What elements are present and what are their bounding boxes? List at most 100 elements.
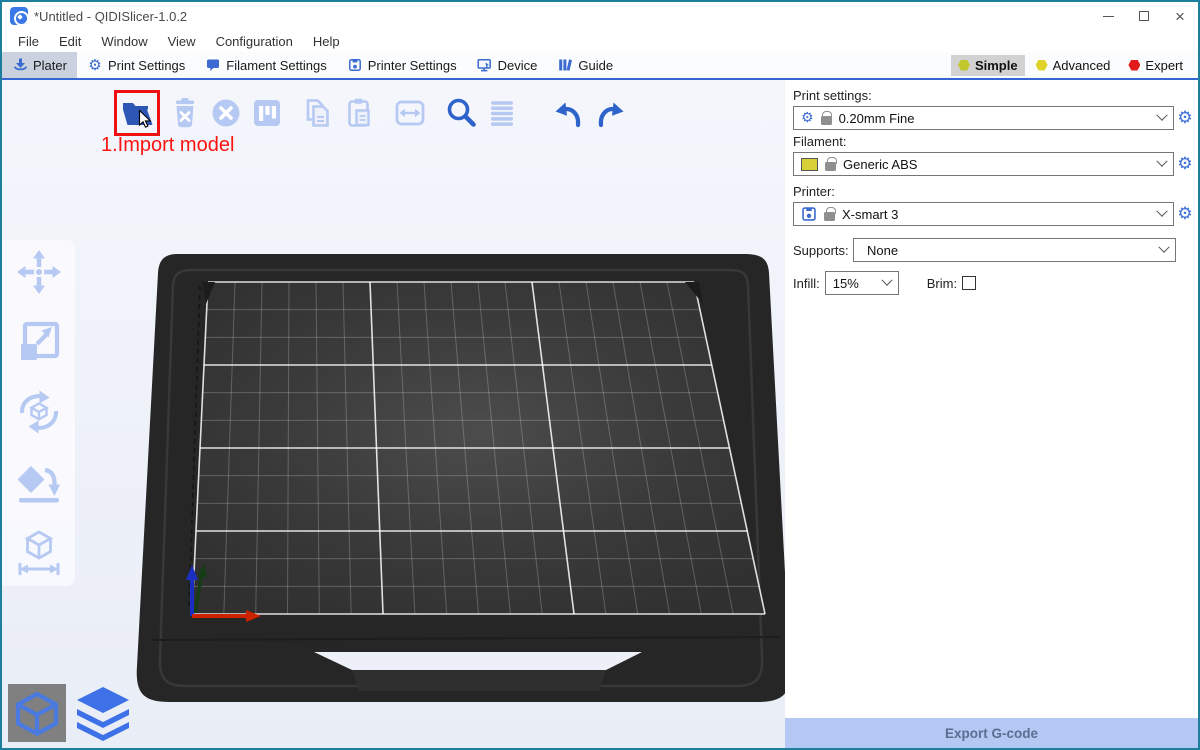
cube-icon bbox=[12, 688, 62, 738]
simple-mode-icon bbox=[958, 60, 970, 71]
guide-icon bbox=[557, 58, 573, 73]
chevron-down-icon bbox=[881, 275, 892, 286]
tab-print-settings[interactable]: ⚙ Print Settings bbox=[77, 52, 195, 78]
tab-filament-settings[interactable]: Filament Settings bbox=[195, 52, 336, 78]
supports-label: Supports: bbox=[793, 243, 853, 258]
delete-button[interactable] bbox=[166, 94, 204, 132]
brim-checkbox[interactable] bbox=[962, 276, 976, 290]
search-button[interactable] bbox=[442, 94, 480, 132]
brim-label: Brim: bbox=[927, 276, 957, 291]
window-controls: × bbox=[1090, 2, 1198, 30]
copy-button[interactable] bbox=[299, 94, 337, 132]
filament-color-swatch bbox=[801, 158, 818, 171]
infill-combo[interactable]: 15% bbox=[825, 271, 899, 295]
gear-icon: ⚙ bbox=[87, 58, 103, 73]
minimize-icon bbox=[1103, 16, 1114, 17]
close-icon: × bbox=[1175, 8, 1185, 25]
menu-window[interactable]: Window bbox=[91, 34, 157, 49]
tab-device[interactable]: Device bbox=[467, 52, 548, 78]
3d-viewport[interactable]: 1.Import model bbox=[2, 80, 785, 748]
import-highlight-box bbox=[114, 90, 160, 136]
3d-editor-view-button[interactable] bbox=[8, 684, 66, 742]
menu-edit[interactable]: Edit bbox=[49, 34, 91, 49]
app-logo-icon bbox=[10, 7, 28, 25]
infill-value: 15% bbox=[833, 276, 876, 291]
import-annotation: 1.Import model bbox=[101, 134, 234, 157]
plater-icon bbox=[12, 58, 28, 73]
menu-file[interactable]: File bbox=[8, 34, 49, 49]
settings-sidebar: Print settings: ⚙ 0.20mm Fine ⚙ Filament… bbox=[785, 80, 1198, 748]
gizmo-toolbar bbox=[2, 240, 75, 586]
print-settings-label: Print settings: bbox=[793, 88, 1196, 103]
filament-combo[interactable]: Generic ABS bbox=[793, 152, 1174, 176]
titlebar: *Untitled - QIDISlicer-1.0.2 × bbox=[2, 2, 1198, 30]
filament-gear-button[interactable]: ⚙ bbox=[1174, 156, 1196, 173]
tab-label: Guide bbox=[578, 58, 613, 73]
mode-expert[interactable]: Expert bbox=[1121, 55, 1190, 76]
printer-icon bbox=[347, 58, 363, 73]
mode-advanced[interactable]: Advanced bbox=[1029, 55, 1118, 76]
paste-button[interactable] bbox=[340, 94, 378, 132]
measure-tool-button[interactable] bbox=[15, 528, 63, 576]
layers-preview-button[interactable] bbox=[74, 684, 132, 742]
printer-combo[interactable]: X-smart 3 bbox=[793, 202, 1174, 226]
tab-label: Device bbox=[498, 58, 538, 73]
arrange-button[interactable] bbox=[248, 94, 286, 132]
import-model-button[interactable] bbox=[118, 94, 156, 132]
printer-value: X-smart 3 bbox=[842, 207, 1151, 222]
variable-layer-height-button[interactable] bbox=[483, 94, 521, 132]
undo-button[interactable] bbox=[550, 94, 588, 132]
redo-button[interactable] bbox=[591, 94, 629, 132]
tab-guide[interactable]: Guide bbox=[547, 52, 623, 78]
main-area: 1.Import model bbox=[2, 80, 1198, 748]
device-icon bbox=[477, 58, 493, 73]
print-settings-gear-button[interactable]: ⚙ bbox=[1174, 110, 1196, 127]
filament-icon bbox=[205, 58, 221, 73]
gear-icon: ⚙ bbox=[801, 111, 814, 125]
lock-icon bbox=[821, 116, 832, 125]
infill-label: Infill: bbox=[793, 276, 820, 291]
printer-icon bbox=[801, 206, 817, 222]
maximize-button[interactable] bbox=[1126, 2, 1162, 30]
tab-label: Plater bbox=[33, 58, 67, 73]
printer-gear-button[interactable]: ⚙ bbox=[1174, 206, 1196, 223]
split-objects-button[interactable] bbox=[391, 94, 429, 132]
print-settings-combo[interactable]: ⚙ 0.20mm Fine bbox=[793, 106, 1174, 130]
tab-printer-settings[interactable]: Printer Settings bbox=[337, 52, 467, 78]
view-switch bbox=[8, 684, 132, 742]
chevron-down-icon bbox=[1156, 206, 1167, 217]
place-on-face-tool-button[interactable] bbox=[15, 458, 63, 506]
minimize-button[interactable] bbox=[1090, 2, 1126, 30]
filament-label: Filament: bbox=[793, 134, 1196, 149]
tab-label: Printer Settings bbox=[368, 58, 457, 73]
window-title: *Untitled - QIDISlicer-1.0.2 bbox=[34, 9, 187, 24]
tab-label: Filament Settings bbox=[226, 58, 326, 73]
menu-view[interactable]: View bbox=[158, 34, 206, 49]
maximize-icon bbox=[1139, 11, 1149, 21]
supports-combo[interactable]: None bbox=[853, 238, 1176, 262]
filament-value: Generic ABS bbox=[843, 157, 1151, 172]
supports-value: None bbox=[861, 243, 1153, 258]
app-window: *Untitled - QIDISlicer-1.0.2 × File Edit… bbox=[0, 0, 1200, 750]
rotate-tool-button[interactable] bbox=[15, 388, 63, 436]
build-plate[interactable] bbox=[2, 80, 785, 748]
delete-all-button[interactable] bbox=[207, 94, 245, 132]
move-tool-button[interactable] bbox=[15, 248, 63, 296]
scale-tool-button[interactable] bbox=[15, 318, 63, 366]
menu-help[interactable]: Help bbox=[303, 34, 350, 49]
menubar: File Edit Window View Configuration Help bbox=[2, 30, 1198, 52]
advanced-mode-icon bbox=[1036, 60, 1048, 71]
tab-plater[interactable]: Plater bbox=[2, 52, 77, 78]
mode-simple[interactable]: Simple bbox=[951, 55, 1025, 76]
chevron-down-icon bbox=[1156, 110, 1167, 121]
menu-configuration[interactable]: Configuration bbox=[206, 34, 303, 49]
mode-label: Expert bbox=[1145, 58, 1183, 73]
close-button[interactable]: × bbox=[1162, 2, 1198, 30]
mode-label: Simple bbox=[975, 58, 1018, 73]
tab-label: Print Settings bbox=[108, 58, 185, 73]
chevron-down-icon bbox=[1156, 156, 1167, 167]
lock-icon bbox=[824, 212, 835, 221]
object-toolbar bbox=[114, 90, 632, 136]
export-gcode-button[interactable]: Export G-code bbox=[785, 718, 1198, 748]
mode-label: Advanced bbox=[1053, 58, 1111, 73]
